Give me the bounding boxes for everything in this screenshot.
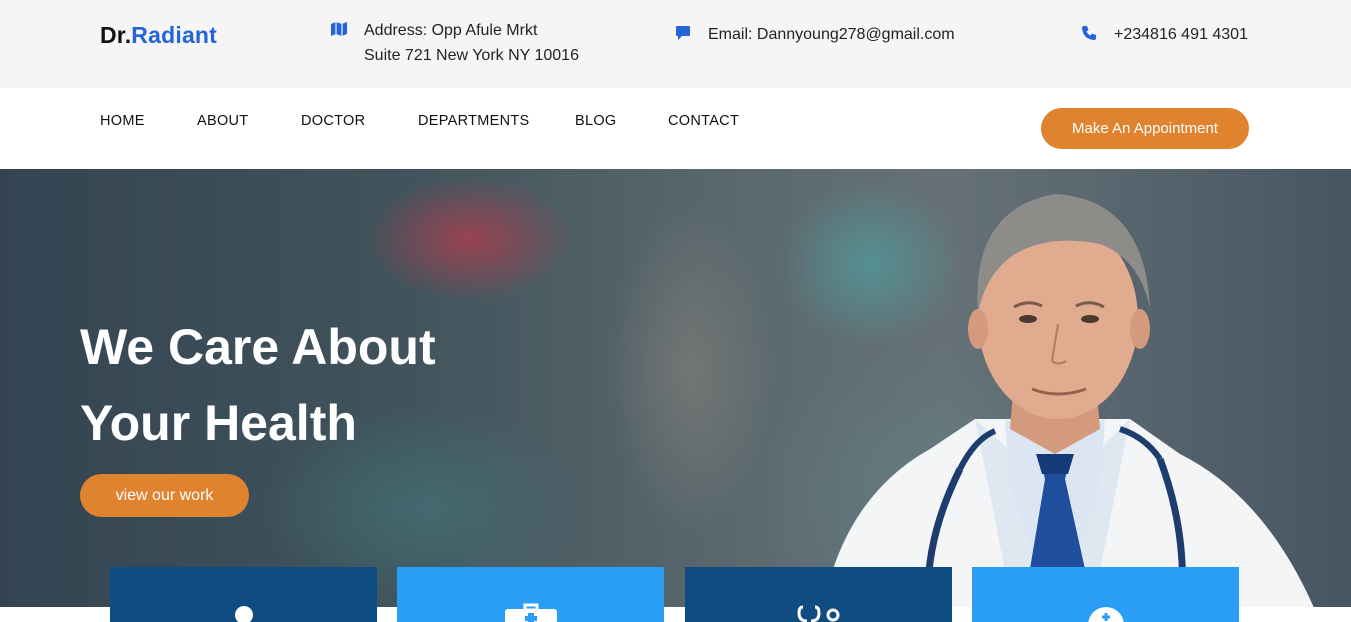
feature-card-3[interactable] [685, 567, 952, 622]
address-line-1: Address: Opp Afule Mrkt [364, 22, 538, 39]
nav-contact[interactable]: CONTACT [668, 113, 739, 129]
phone-icon [1080, 24, 1098, 42]
phone-info[interactable]: +234816 491 4301 [1080, 22, 1248, 47]
make-appointment-button[interactable]: Make An Appointment [1041, 108, 1249, 149]
doctor-portrait-image [820, 194, 1320, 622]
email-text: Email: Dannyoung278@gmail.com [708, 26, 955, 43]
site-logo[interactable]: Dr.Radiant [100, 22, 217, 49]
nav-departments[interactable]: DEPARTMENTS [418, 113, 530, 129]
person-icon [234, 606, 253, 622]
nav-blog[interactable]: BLOG [575, 113, 617, 129]
top-info-bar: Dr.Radiant Address: Opp Afule Mrkt Suite… [0, 0, 1351, 88]
logo-prefix: Dr. [100, 22, 132, 48]
nav-about[interactable]: ABOUT [197, 113, 248, 129]
hero-title-line-2: Your Health [80, 395, 357, 451]
stethoscope-icon [796, 605, 839, 622]
logo-suffix: Radiant [131, 22, 218, 48]
address-info: Address: Opp Afule Mrkt Suite 721 New Yo… [330, 18, 579, 68]
email-info[interactable]: Email: Dannyoung278@gmail.com [674, 22, 955, 47]
feature-card-4[interactable] [972, 567, 1239, 622]
nav-doctor[interactable]: DOCTOR [301, 113, 365, 129]
feature-card-1[interactable] [110, 567, 377, 622]
view-our-work-button[interactable]: view our work [80, 474, 249, 517]
phone-text: +234816 491 4301 [1114, 26, 1248, 43]
chat-icon [674, 24, 692, 42]
map-icon [330, 20, 348, 38]
address-line-2: Suite 721 New York NY 10016 [364, 47, 579, 64]
main-navigation: HOME ABOUT DOCTOR DEPARTMENTS BLOG CONTA… [0, 88, 1351, 169]
plus-circle-icon [1087, 607, 1124, 622]
hero-section: We Care About Your Health view our work [0, 169, 1351, 622]
medical-kit-icon [504, 603, 557, 622]
hero-title-line-1: We Care About [80, 319, 436, 375]
feature-card-2[interactable] [397, 567, 664, 622]
nav-home[interactable]: HOME [100, 113, 145, 129]
